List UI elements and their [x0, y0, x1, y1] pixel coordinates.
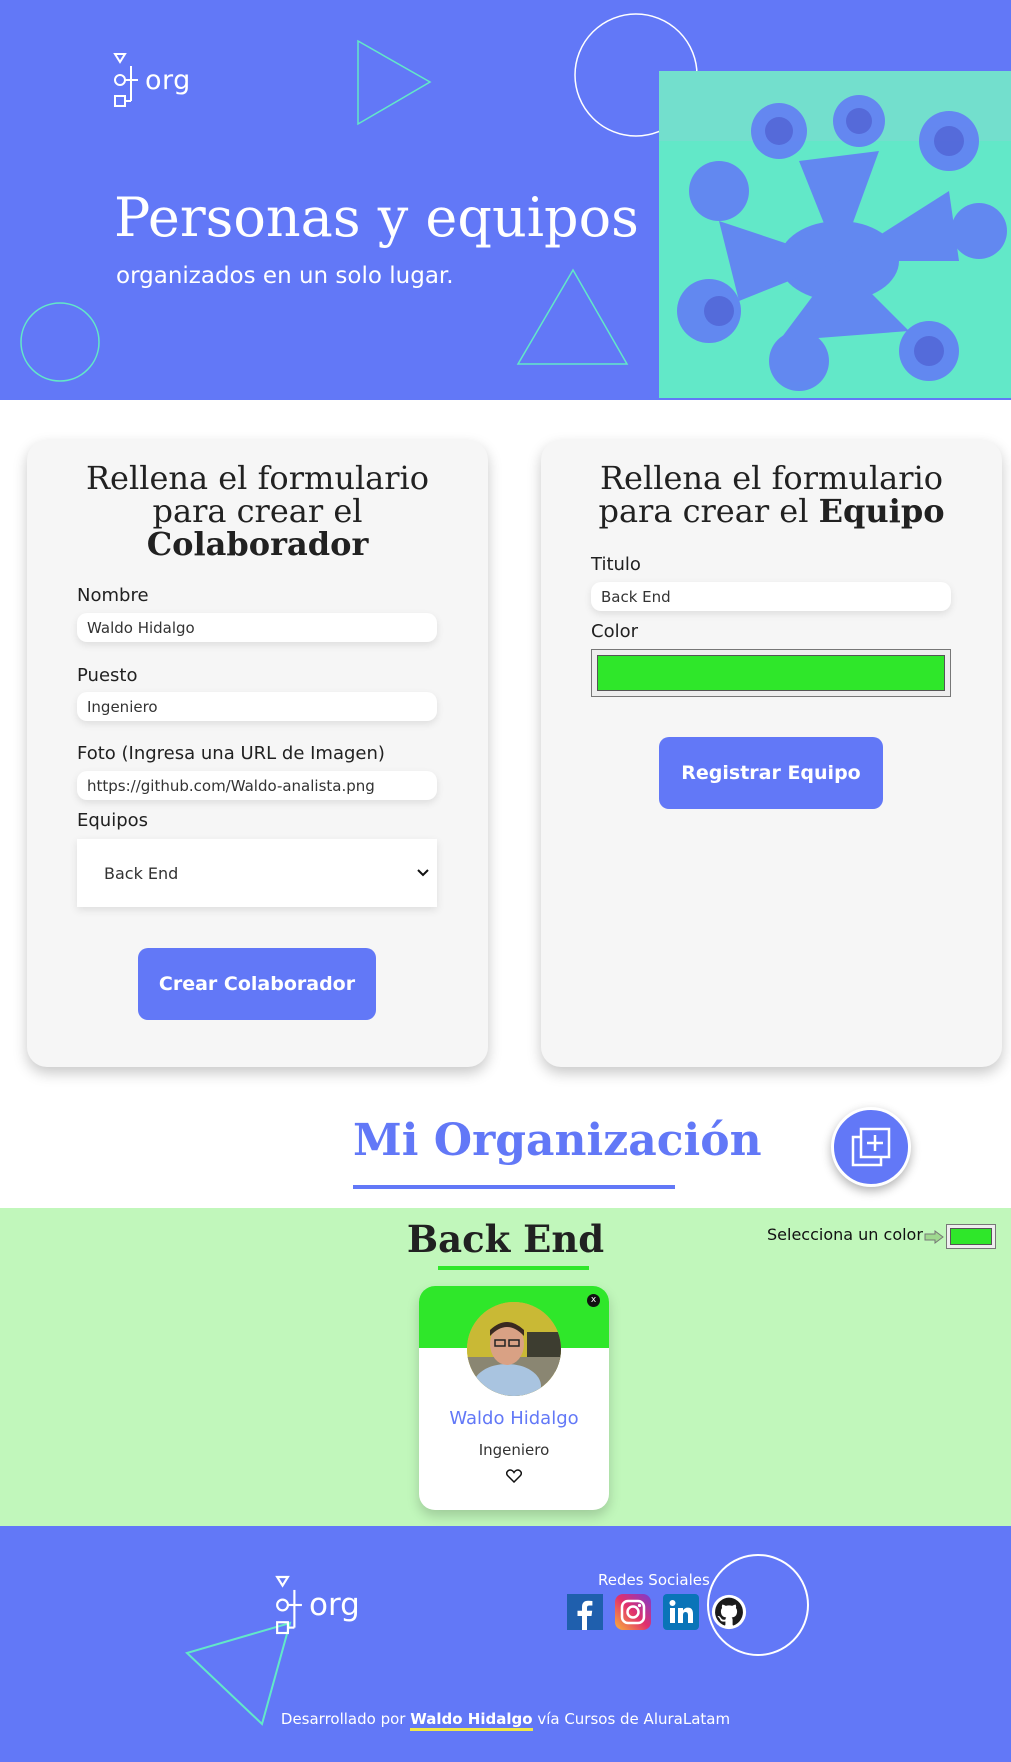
color-swatch	[597, 655, 945, 691]
role-label: Puesto	[77, 665, 138, 686]
name-input[interactable]: Waldo Hidalgo	[77, 613, 437, 642]
social-title: Redes Sociales	[598, 1571, 710, 1589]
create-collaborator-button[interactable]: Crear Colaborador	[138, 948, 376, 1020]
footer-logo-text: org	[309, 1587, 360, 1623]
color-picker-label: Selecciona un color	[767, 1225, 923, 1244]
instagram-icon	[615, 1594, 651, 1630]
footer: org Redes Sociales Desarrollado por Wald…	[0, 1526, 1011, 1762]
title-label: Titulo	[591, 554, 641, 575]
github-icon	[711, 1594, 747, 1630]
team-title-input[interactable]: Back End	[591, 582, 951, 611]
facebook-link[interactable]	[567, 1594, 603, 1630]
organization-title: Mi Organización	[353, 1115, 762, 1166]
organization-title-underline	[353, 1185, 675, 1189]
member-card: x Waldo Hidalgo Ingeniero	[419, 1286, 609, 1510]
heart-outline-icon[interactable]	[506, 1469, 522, 1483]
member-role: Ingeniero	[478, 1441, 550, 1459]
team-select-label: Equipos	[77, 810, 149, 831]
social-links	[567, 1594, 747, 1630]
role-input[interactable]: Ingeniero	[77, 692, 437, 721]
credit-prefix: Desarrollado por	[280, 1710, 406, 1728]
hero-subtitle: organizados en un solo lugar.	[116, 263, 454, 289]
heading-bold: Equipo	[818, 492, 945, 530]
delete-member-icon[interactable]: x	[587, 1294, 600, 1307]
org-logo-icon	[113, 53, 138, 107]
collaborator-form: Rellena el formulario para crear el Cola…	[27, 440, 488, 1067]
facebook-icon	[567, 1594, 603, 1630]
heading-line-2: para crear el	[598, 492, 809, 530]
member-name: Waldo Hidalgo	[449, 1408, 579, 1429]
team-form: Rellena el formulario para crear el Equi…	[541, 440, 1002, 1067]
team-form-heading: Rellena el formulario para crear el Equi…	[541, 462, 1002, 528]
avatar	[467, 1302, 561, 1396]
footer-credit: Desarrollado por Waldo Hidalgo vía Curso…	[0, 1710, 1011, 1731]
photo-label: Foto (Ingresa una URL de Imagen)	[77, 743, 385, 764]
logo-text: org	[145, 64, 191, 96]
name-label: Nombre	[77, 585, 149, 606]
linkedin-link[interactable]	[663, 1594, 699, 1630]
toggle-form-button[interactable]	[831, 1107, 911, 1187]
team-section: Back End Selecciona un color x Waldo Hid…	[0, 1208, 1011, 1526]
color-label: Color	[591, 621, 638, 642]
team-color-input[interactable]	[591, 649, 951, 697]
team-select[interactable]: Back End	[77, 839, 437, 907]
team-photo-illustration	[659, 71, 1011, 398]
team-select-value: Back End	[104, 863, 179, 883]
register-team-button[interactable]: Registrar Equipo	[659, 737, 883, 809]
team-color-swatch	[950, 1228, 992, 1245]
add-square-icon	[851, 1127, 891, 1167]
team-color-picker[interactable]	[946, 1224, 996, 1249]
hero-image	[659, 71, 1011, 398]
member-photo	[467, 1302, 561, 1396]
header-logo[interactable]: org	[113, 52, 191, 108]
collaborator-form-heading: Rellena el formulario para crear el Cola…	[27, 462, 488, 561]
linkedin-icon	[663, 1594, 699, 1630]
author-link[interactable]: Waldo Hidalgo	[410, 1710, 533, 1731]
arrow-right-icon	[924, 1230, 944, 1244]
hero-title: Personas y equipos	[114, 186, 639, 249]
chevron-down-icon	[417, 869, 429, 877]
heading-bold: Colaborador	[146, 525, 369, 563]
credit-suffix: vía Cursos de AluraLatam	[537, 1710, 731, 1728]
team-title-underline	[438, 1266, 589, 1270]
footer-logo[interactable]: org	[275, 1573, 360, 1637]
instagram-link[interactable]	[615, 1594, 651, 1630]
hero-banner: org Personas y equipos organizados en un…	[0, 0, 1011, 400]
photo-url-input[interactable]: https://github.com/Waldo-analista.png	[77, 771, 437, 800]
github-link[interactable]	[711, 1594, 747, 1630]
org-logo-icon	[275, 1575, 302, 1635]
